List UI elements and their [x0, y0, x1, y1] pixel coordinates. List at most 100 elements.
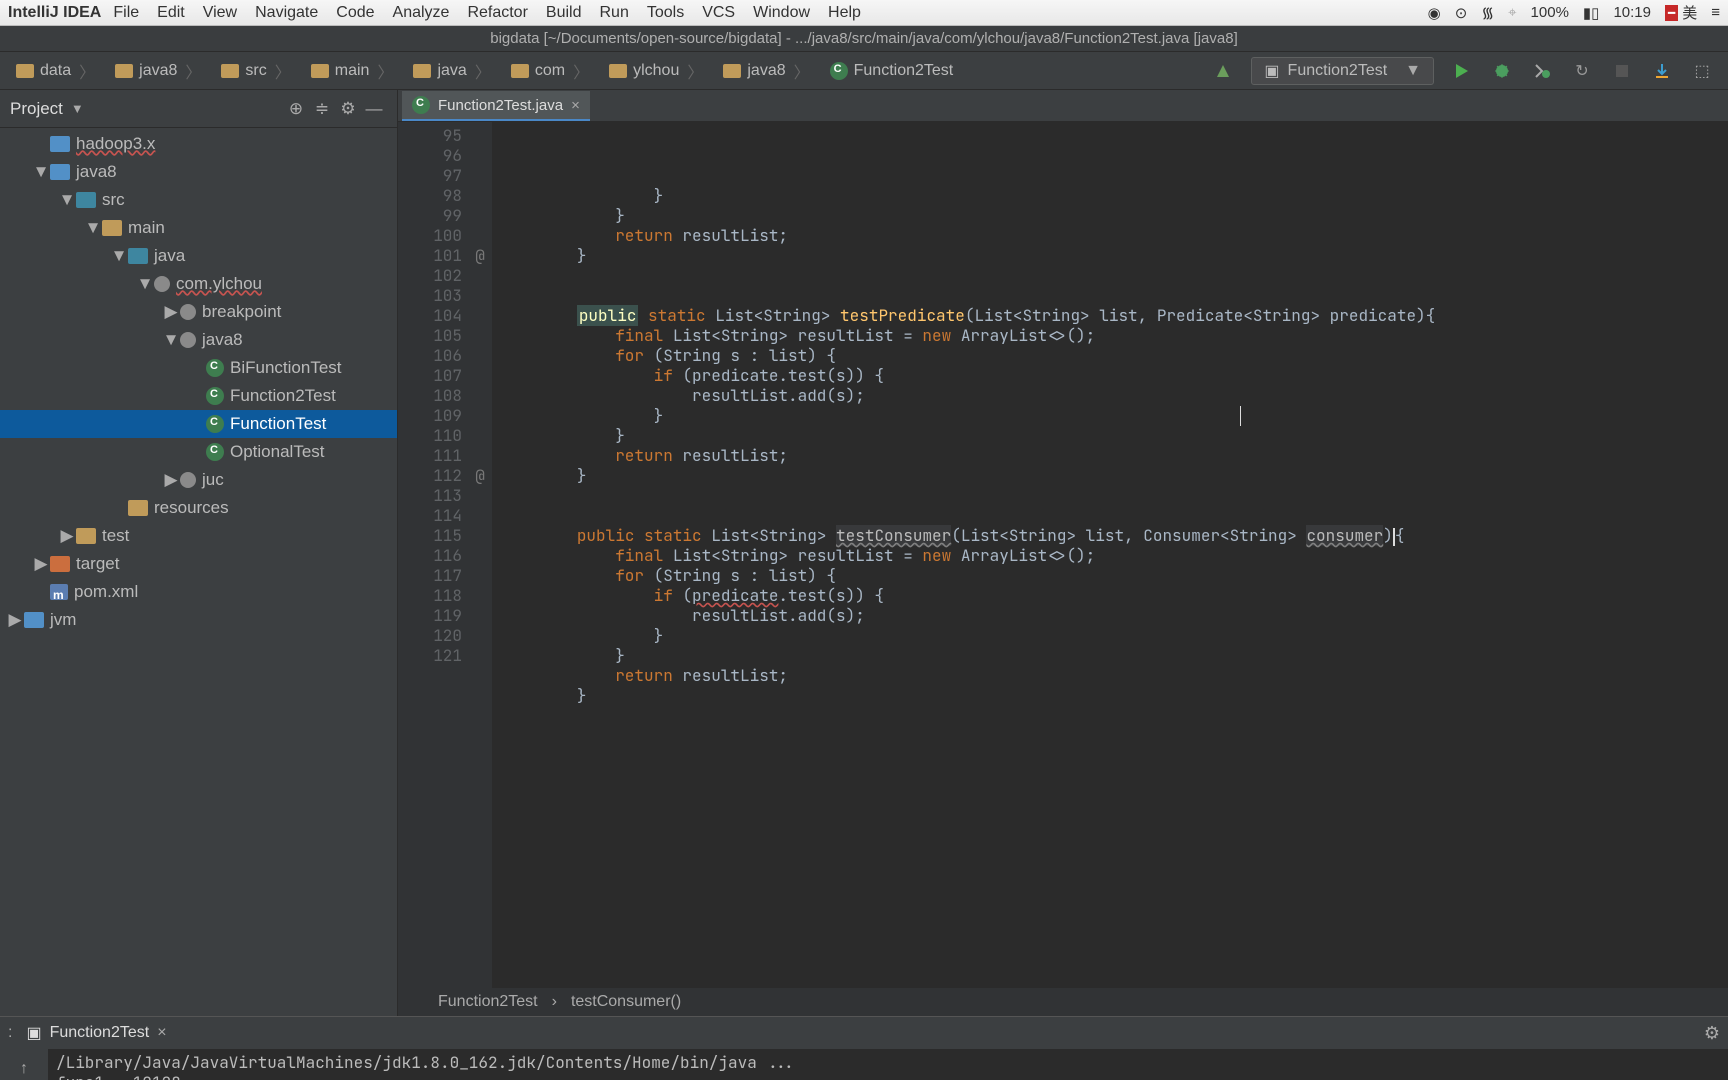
tree-node[interactable]: FunctionTest — [0, 410, 397, 438]
line-number-gutter[interactable]: 9596979899100101102103104105106107108109… — [398, 122, 468, 988]
class-icon — [206, 443, 224, 461]
breadcrumb-item[interactable]: com〉 — [501, 59, 599, 83]
bluetooth-icon[interactable]: ⌖ — [1508, 4, 1516, 21]
breadcrumb-class-label[interactable]: Function2Test — [438, 993, 538, 1011]
menu-refactor[interactable]: Refactor — [467, 4, 527, 22]
collapse-all-icon[interactable]: ≑ — [309, 99, 335, 119]
menu-view[interactable]: View — [203, 4, 237, 22]
debug-button[interactable] — [1485, 56, 1519, 86]
select-opened-file-icon[interactable]: ⊕ — [283, 99, 309, 119]
menu-run[interactable]: Run — [599, 4, 628, 22]
close-icon[interactable]: × — [571, 97, 580, 114]
tree-node[interactable]: ▶target — [0, 550, 397, 578]
breadcrumb-item[interactable]: ylchou〉 — [599, 59, 713, 83]
tree-node[interactable]: ▼java8 — [0, 326, 397, 354]
chevron-down-icon[interactable]: ▼ — [71, 101, 84, 116]
module-icon — [50, 164, 70, 180]
disclosure-icon[interactable]: ▼ — [84, 218, 102, 238]
menu-analyze[interactable]: Analyze — [393, 4, 450, 22]
project-panel-title[interactable]: Project — [10, 99, 63, 119]
run-coverage-button[interactable] — [1525, 56, 1559, 86]
menu-tools[interactable]: Tools — [647, 4, 684, 22]
disclosure-icon[interactable]: ▶ — [32, 554, 50, 574]
breadcrumb-item[interactable]: data〉 — [6, 59, 105, 83]
disclosure-icon[interactable]: ▶ — [58, 526, 76, 546]
tree-node-label: java — [154, 246, 185, 266]
editor-area: Function2Test.java × 9596979899100101102… — [398, 90, 1728, 1016]
disclosure-icon[interactable]: ▶ — [6, 610, 24, 630]
tree-node[interactable]: ▶test — [0, 522, 397, 550]
mac-menubar: IntelliJ IDEA File Edit View Navigate Co… — [0, 0, 1728, 26]
menu-edit[interactable]: Edit — [157, 4, 185, 22]
tree-node[interactable]: ▼java8 — [0, 158, 397, 186]
disclosure-icon[interactable]: ▼ — [58, 190, 76, 210]
target-icon — [50, 556, 70, 572]
code-editor[interactable]: 9596979899100101102103104105106107108109… — [398, 122, 1728, 988]
tree-node[interactable]: ▶breakpoint — [0, 298, 397, 326]
editor-content[interactable]: } } return resultList; } public static L… — [492, 122, 1728, 988]
editor-tab[interactable]: Function2Test.java × — [402, 91, 590, 121]
disclosure-icon[interactable]: ▼ — [32, 162, 50, 182]
tree-node[interactable]: ▼src — [0, 186, 397, 214]
tree-node[interactable]: BiFunctionTest — [0, 354, 397, 382]
disclosure-icon[interactable]: ▶ — [162, 302, 180, 322]
ime-flag[interactable]: ━美 — [1665, 2, 1697, 23]
search-everywhere-button[interactable]: ⬚ — [1685, 56, 1719, 86]
menu-navigate[interactable]: Navigate — [255, 4, 318, 22]
src-icon — [76, 192, 96, 208]
gear-icon[interactable]: ⚙ — [1704, 1023, 1720, 1044]
tree-node[interactable]: ▶juc — [0, 466, 397, 494]
tree-node[interactable]: OptionalTest — [0, 438, 397, 466]
tree-node-label: OptionalTest — [230, 442, 325, 462]
breadcrumb-item[interactable]: java〉 — [403, 59, 500, 83]
profile-button[interactable]: ↻ — [1565, 56, 1599, 86]
run-tab[interactable]: ▣ Function2Test × — [26, 1023, 166, 1043]
gear-icon[interactable]: ⚙ — [335, 99, 361, 119]
menu-file[interactable]: File — [113, 4, 139, 22]
tree-node[interactable]: ▼ java — [0, 242, 397, 270]
project-tree[interactable]: hadoop3.x▼java8▼src▼main▼java▼com.ylchou… — [0, 128, 397, 1016]
tree-node-label: jvm — [50, 610, 76, 630]
run-config-select[interactable]: ▣ Function2Test ▼ — [1251, 57, 1434, 85]
project-panel-header: Project ▼ ⊕ ≑ ⚙ — — [0, 90, 397, 128]
menu-vcs[interactable]: VCS — [702, 4, 735, 22]
tree-node[interactable]: hadoop3.x — [0, 130, 397, 158]
tree-node[interactable]: ▶ jvm — [0, 606, 397, 634]
evernote-icon[interactable]: ◉ — [1428, 4, 1441, 22]
menu-icon[interactable]: ≡ — [1711, 4, 1720, 21]
disclosure-icon[interactable]: ▼ — [162, 330, 180, 350]
menu-window[interactable]: Window — [753, 4, 810, 22]
recording-icon[interactable]: ⊙ — [1455, 4, 1468, 22]
run-output[interactable]: /Library/Java/JavaVirtualMachines/jdk1.8… — [48, 1049, 1728, 1080]
tree-node[interactable]: pom.xml — [0, 578, 397, 606]
breadcrumb-class[interactable]: Function2Test — [820, 62, 964, 80]
update-project-button[interactable] — [1645, 56, 1679, 86]
breadcrumb-method-label[interactable]: testConsumer() — [571, 993, 681, 1011]
tree-node[interactable]: ▼main — [0, 214, 397, 242]
step-up-icon[interactable]: ↑ — [12, 1057, 36, 1080]
breadcrumb-item[interactable]: main〉 — [301, 59, 404, 83]
marker-gutter[interactable]: @ @ — [468, 122, 492, 988]
menu-code[interactable]: Code — [336, 4, 374, 22]
breadcrumb-item[interactable]: java8〉 — [713, 59, 819, 83]
wifi-icon[interactable]: ᯾ — [1481, 3, 1494, 23]
tree-node[interactable]: Function2Test — [0, 382, 397, 410]
disclosure-icon[interactable]: ▶ — [162, 470, 180, 490]
run-header: : ▣ Function2Test × ⚙ — [0, 1017, 1728, 1049]
disclosure-icon[interactable]: ▼ — [110, 246, 128, 266]
menu-help[interactable]: Help — [828, 4, 861, 22]
tree-node[interactable]: resources — [0, 494, 397, 522]
close-icon[interactable]: × — [157, 1024, 166, 1042]
breadcrumb-item[interactable]: src〉 — [211, 59, 300, 83]
hide-icon[interactable]: — — [361, 99, 387, 119]
application-icon: ▣ — [26, 1023, 41, 1043]
breadcrumb-item[interactable]: java8〉 — [105, 59, 211, 83]
battery-icon: ▮▯ — [1583, 4, 1600, 22]
src-icon — [128, 248, 148, 264]
stop-button[interactable] — [1605, 56, 1639, 86]
run-button[interactable] — [1445, 56, 1479, 86]
disclosure-icon[interactable]: ▼ — [136, 274, 154, 294]
build-button[interactable] — [1206, 56, 1240, 86]
tree-node[interactable]: ▼com.ylchou — [0, 270, 397, 298]
menu-build[interactable]: Build — [546, 4, 582, 22]
